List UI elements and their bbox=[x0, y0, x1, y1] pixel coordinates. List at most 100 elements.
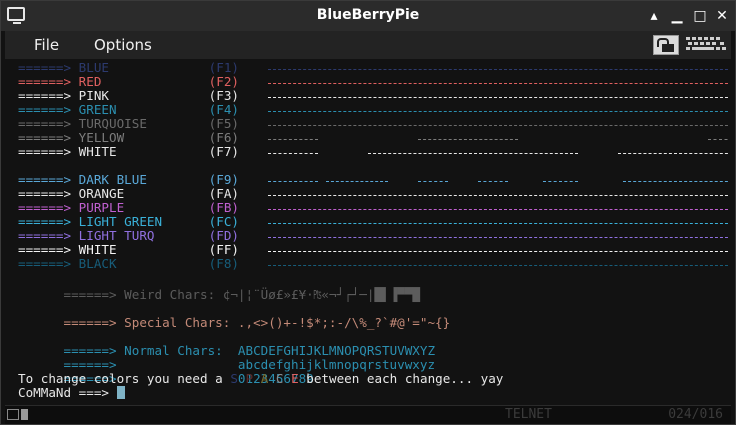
space-letter-p: P bbox=[245, 371, 254, 386]
color-row: ======> YELLOW (F6) bbox=[18, 131, 729, 145]
dash-line bbox=[543, 181, 578, 183]
function-key: (FB) bbox=[208, 200, 240, 215]
color-row: ======> LIGHT TURQ (FD) bbox=[18, 229, 729, 243]
cursor-position: 024/016 bbox=[668, 407, 723, 422]
function-key: (F3) bbox=[208, 88, 240, 103]
function-key: (F9) bbox=[208, 172, 240, 187]
color-row: ======> WHITE (FF) bbox=[18, 243, 729, 257]
dash-line bbox=[268, 97, 729, 99]
function-key: (F6) bbox=[208, 130, 240, 145]
dash-line bbox=[268, 181, 318, 183]
menu-options[interactable]: Options bbox=[94, 36, 152, 54]
dash-line bbox=[268, 237, 729, 239]
dash-line bbox=[268, 69, 729, 71]
app-window: BlueBerryPie ▴ ▁ □ ✕ File Options ======… bbox=[0, 0, 736, 425]
row-arrow: ======> bbox=[18, 88, 72, 103]
row-arrow: ======> bbox=[18, 74, 72, 89]
row-arrow: ======> bbox=[18, 144, 72, 159]
color-name: RED bbox=[78, 74, 102, 89]
color-row: ======> GREEN (F4) bbox=[18, 103, 729, 117]
command-prompt-line[interactable]: CoMMaNd ===> bbox=[18, 386, 125, 400]
color-name: BLACK bbox=[78, 256, 117, 271]
space-letter-e: E bbox=[291, 371, 299, 386]
color-row: ======> BLUE (F1) bbox=[18, 61, 729, 75]
instruction-line: To change colors you need a S P A C E be… bbox=[18, 372, 503, 386]
row-arrow: ======> bbox=[18, 61, 72, 75]
function-key: (F1) bbox=[208, 61, 240, 75]
instruction-after: between each change... yay bbox=[306, 371, 504, 386]
function-key: (F5) bbox=[208, 116, 240, 131]
color-row: ======> ORANGE (FA) bbox=[18, 187, 729, 201]
row-arrow: ======> bbox=[18, 228, 72, 243]
function-key: (F2) bbox=[208, 74, 240, 89]
dash-line bbox=[268, 265, 729, 267]
color-name: WHITE bbox=[78, 242, 117, 257]
weird-label: Weird Chars: bbox=[124, 287, 216, 302]
color-name: TURQUOISE bbox=[78, 116, 147, 131]
function-key: (FF) bbox=[208, 242, 240, 257]
row-arrow: ======> bbox=[18, 102, 72, 117]
menu-file[interactable]: File bbox=[34, 36, 59, 54]
color-name: DARK BLUE bbox=[78, 172, 147, 187]
dash-line bbox=[623, 181, 729, 183]
row-arrow: ======> bbox=[18, 214, 72, 229]
status-block-icon bbox=[21, 409, 28, 420]
color-name: LIGHT GREEN bbox=[78, 214, 163, 229]
function-key: (FC) bbox=[208, 214, 240, 229]
dash-line bbox=[268, 223, 729, 225]
row-arrow: ======> bbox=[18, 172, 72, 187]
function-key: (F4) bbox=[208, 102, 240, 117]
row-arrow: ======> bbox=[18, 256, 72, 271]
space-letter-s: S bbox=[230, 371, 238, 386]
minimize-icon[interactable]: ▁ bbox=[668, 7, 686, 25]
connection-mode: TELNET bbox=[505, 407, 552, 422]
special-chars: .,<>()+-!$*;:-/\%_?`#@'="~{} bbox=[237, 315, 451, 330]
special-arrow: ======> bbox=[63, 315, 117, 330]
dash-line bbox=[368, 153, 578, 155]
dash-line bbox=[268, 139, 318, 141]
dash-line bbox=[268, 83, 729, 85]
row-arrow: ======> bbox=[18, 116, 72, 131]
row-arrow: ======> bbox=[18, 200, 72, 215]
terminal-screen[interactable]: ======> BLUE (F1) ======> RED (F2) ======> P… bbox=[9, 61, 729, 403]
dash-line bbox=[708, 139, 729, 141]
text-cursor bbox=[116, 386, 125, 399]
maximize-icon[interactable]: □ bbox=[691, 7, 709, 25]
dash-line bbox=[326, 181, 388, 183]
color-row: ======> TURQUOISE (F5) bbox=[18, 117, 729, 131]
dash-line bbox=[268, 111, 729, 113]
color-name: WHITE bbox=[78, 144, 117, 159]
color-name: GREEN bbox=[78, 102, 117, 117]
dash-line bbox=[418, 181, 448, 183]
row-arrow: ======> bbox=[18, 242, 72, 257]
color-row: ======> PURPLE (FB) bbox=[18, 201, 729, 215]
color-name: BLUE bbox=[78, 61, 110, 75]
keyboard-icon[interactable] bbox=[686, 35, 728, 55]
color-name: PURPLE bbox=[78, 200, 125, 215]
color-name: YELLOW bbox=[78, 130, 125, 145]
command-prompt: CoMMaNd ===> bbox=[18, 385, 109, 400]
window-title: BlueBerryPie bbox=[316, 7, 420, 23]
color-row: ======> LIGHT GREEN (FC) bbox=[18, 215, 729, 229]
dash-line bbox=[418, 139, 518, 141]
color-name: PINK bbox=[78, 88, 110, 103]
pin-icon[interactable]: ▴ bbox=[645, 7, 663, 25]
lock-icon[interactable] bbox=[653, 35, 679, 55]
dash-line bbox=[618, 153, 729, 155]
function-key: (F7) bbox=[208, 144, 240, 159]
color-row: ======> BLACK (F8) bbox=[18, 257, 729, 271]
color-row: ======> PINK (F3) bbox=[18, 89, 729, 103]
function-key: (FA) bbox=[208, 186, 240, 201]
space-letter-c: C bbox=[275, 371, 284, 386]
title-bar: BlueBerryPie ▴ ▁ □ ✕ bbox=[1, 1, 735, 31]
dash-line bbox=[268, 251, 729, 253]
status-bar: TELNET 024/016 bbox=[5, 405, 731, 424]
special-label: Special Chars: bbox=[124, 315, 231, 330]
color-row: ======> DARK BLUE (F9) bbox=[18, 173, 729, 187]
color-row: ======> WHITE (F7) bbox=[18, 145, 729, 159]
dash-line bbox=[268, 153, 318, 155]
space-letter-a: A bbox=[260, 371, 269, 386]
row-arrow: ======> bbox=[18, 186, 72, 201]
terminal-status-icon bbox=[7, 409, 19, 420]
close-icon[interactable]: ✕ bbox=[713, 7, 731, 25]
